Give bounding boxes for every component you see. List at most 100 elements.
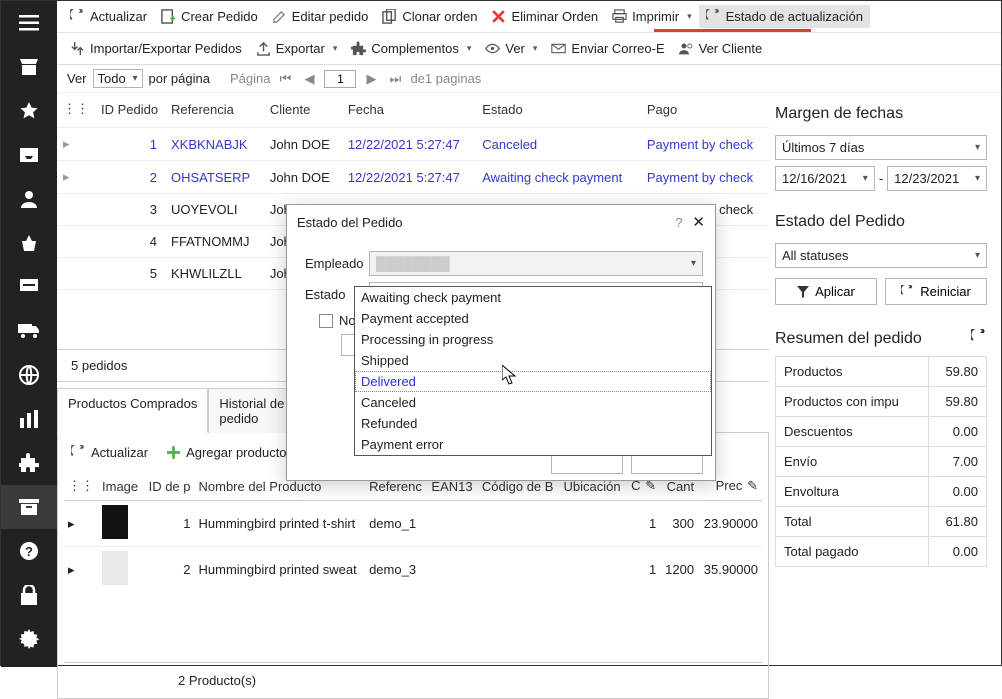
order-summary-table: Productos59.80Productos con impu59.80Des… <box>775 356 987 567</box>
export-button[interactable]: Exportar <box>249 37 345 60</box>
col-id[interactable]: ID Pedido <box>95 93 165 128</box>
refresh-label: Actualizar <box>90 9 147 24</box>
left-sidebar: ? <box>1 1 57 667</box>
next-page-button[interactable]: ▶ <box>362 70 380 88</box>
help-icon[interactable]: ? <box>1 529 57 573</box>
active-underline <box>654 29 811 32</box>
status-option[interactable]: Processing in progress <box>355 329 711 350</box>
summary-row: Envoltura0.00 <box>776 477 987 507</box>
lock-icon[interactable] <box>1 573 57 617</box>
summary-row: Total61.80 <box>776 507 987 537</box>
last-page-button[interactable]: ⏭ <box>386 70 404 88</box>
prev-page-button[interactable]: ◀ <box>300 70 318 88</box>
order-row[interactable]: ▸2OHSATSERPJohn DOE12/22/2021 5:27:47Awa… <box>57 161 769 194</box>
products-count: 2 Producto(s) <box>64 662 762 698</box>
summary-refresh-icon[interactable] <box>971 329 987 348</box>
products-refresh-button[interactable]: Actualizar <box>64 441 155 464</box>
create-label: Crear Pedido <box>181 9 258 24</box>
product-row[interactable]: ▸1Hummingbird printed t-shirtdemo_113002… <box>64 501 762 547</box>
archive-icon[interactable] <box>1 485 57 529</box>
col-date[interactable]: Fecha <box>342 93 476 128</box>
send-email-label: Enviar Correo-E <box>571 41 664 56</box>
update-status-button[interactable]: Estado de actualización <box>699 5 870 28</box>
view-customer-button[interactable]: Ver Cliente <box>672 37 770 60</box>
inbox-icon[interactable] <box>1 133 57 177</box>
print-label: Imprimir <box>632 9 679 24</box>
col-status[interactable]: Estado <box>476 93 641 128</box>
employee-label: Empleado <box>305 256 369 271</box>
export-label: Exportar <box>276 41 325 56</box>
summary-row: Envío7.00 <box>776 447 987 477</box>
chat-icon[interactable] <box>1 265 57 309</box>
chart-icon[interactable] <box>1 397 57 441</box>
view-customer-label: Ver Cliente <box>699 41 763 56</box>
status-option[interactable]: Delivered <box>355 371 711 392</box>
order-summary-heading: Resumen del pedido <box>775 330 922 348</box>
col-ref[interactable]: Referencia <box>165 93 264 128</box>
dialog-close-button[interactable]: ✕ <box>692 214 705 231</box>
star-icon[interactable] <box>1 89 57 133</box>
delete-order-button[interactable]: Eliminar Orden <box>484 5 605 28</box>
date-to-input[interactable]: 12/23/2021▾ <box>887 166 987 191</box>
store-icon[interactable] <box>1 45 57 89</box>
date-dash: - <box>879 171 883 186</box>
puzzle-icon[interactable] <box>1 441 57 485</box>
import-export-button[interactable]: Importar/Exportar Pedidos <box>63 37 249 60</box>
summary-row: Productos59.80 <box>776 357 987 387</box>
person-icon[interactable] <box>1 177 57 221</box>
apply-filter-button[interactable]: Aplicar <box>775 278 877 305</box>
edit-order-button[interactable]: Editar pedido <box>265 5 376 28</box>
view-label: Ver <box>505 41 525 56</box>
status-option[interactable]: Awaiting check payment <box>355 287 711 308</box>
status-option[interactable]: Canceled <box>355 392 711 413</box>
menu-icon[interactable] <box>1 1 57 45</box>
right-panel: Margen de fechas Últimos 7 días▾ 12/16/2… <box>769 93 1001 699</box>
svg-text:?: ? <box>25 544 33 559</box>
col-payment[interactable]: Pago <box>641 93 769 128</box>
date-range-heading: Margen de fechas <box>775 105 987 123</box>
product-row[interactable]: ▸2Hummingbird printed sweatdemo_31120035… <box>64 547 762 593</box>
clone-order-button[interactable]: Clonar orden <box>375 5 484 28</box>
dialog-help-icon[interactable]: ? <box>675 215 682 230</box>
order-row[interactable]: ▸1XKBKNABJKJohn DOE12/22/2021 5:27:47Can… <box>57 128 769 161</box>
globe-icon[interactable] <box>1 353 57 397</box>
reset-label: Reiniciar <box>920 284 971 299</box>
date-from-input[interactable]: 12/16/2021▾ <box>775 166 875 191</box>
col-client[interactable]: Cliente <box>264 93 342 128</box>
status-option[interactable]: Refunded <box>355 413 711 434</box>
products-table: ⋮⋮ Image ID de p Nombre del Producto Ref… <box>64 472 762 592</box>
pcol-image[interactable]: Image <box>98 472 143 501</box>
view-button[interactable]: Ver <box>478 37 544 60</box>
truck-icon[interactable] <box>1 309 57 353</box>
basket-icon[interactable] <box>1 221 57 265</box>
date-preset-select[interactable]: Últimos 7 días▾ <box>775 135 987 160</box>
print-button[interactable]: Imprimir <box>605 5 698 28</box>
pages-total-label: de1 paginas <box>410 71 481 86</box>
delete-label: Eliminar Orden <box>511 9 598 24</box>
send-email-button[interactable]: Enviar Correo-E <box>544 37 671 60</box>
update-status-label: Estado de actualización <box>726 9 863 24</box>
add-product-label: Agregar producto <box>186 445 286 460</box>
per-page-select[interactable]: Todo▾ <box>93 69 143 88</box>
first-page-button[interactable]: ⏮ <box>276 70 294 88</box>
notify-checkbox[interactable] <box>319 314 333 328</box>
main-toolbar-2: Importar/Exportar Pedidos Exportar Compl… <box>57 33 1001 65</box>
plugins-label: Complementos <box>371 41 458 56</box>
create-order-button[interactable]: Crear Pedido <box>154 5 265 28</box>
edit-label: Editar pedido <box>292 9 369 24</box>
page-input[interactable] <box>324 70 356 88</box>
status-option[interactable]: Payment accepted <box>355 308 711 329</box>
reset-filter-button[interactable]: Reiniciar <box>885 278 987 305</box>
pcol-id[interactable]: ID de p <box>143 472 194 501</box>
import-export-label: Importar/Exportar Pedidos <box>90 41 242 56</box>
plugins-button[interactable]: Complementos <box>344 37 478 60</box>
status-option[interactable]: Shipped <box>355 350 711 371</box>
employee-select[interactable]: ████████▾ <box>369 251 703 276</box>
status-option[interactable]: Payment error <box>355 434 711 455</box>
date-from-value: 12/16/2021 <box>782 171 847 186</box>
refresh-button[interactable]: Actualizar <box>63 5 154 28</box>
tab-products-bought[interactable]: Productos Comprados <box>57 388 208 433</box>
gear-icon[interactable] <box>1 617 57 661</box>
add-product-button[interactable]: Agregar producto <box>159 441 293 464</box>
status-filter-select[interactable]: All statuses▾ <box>775 243 987 268</box>
